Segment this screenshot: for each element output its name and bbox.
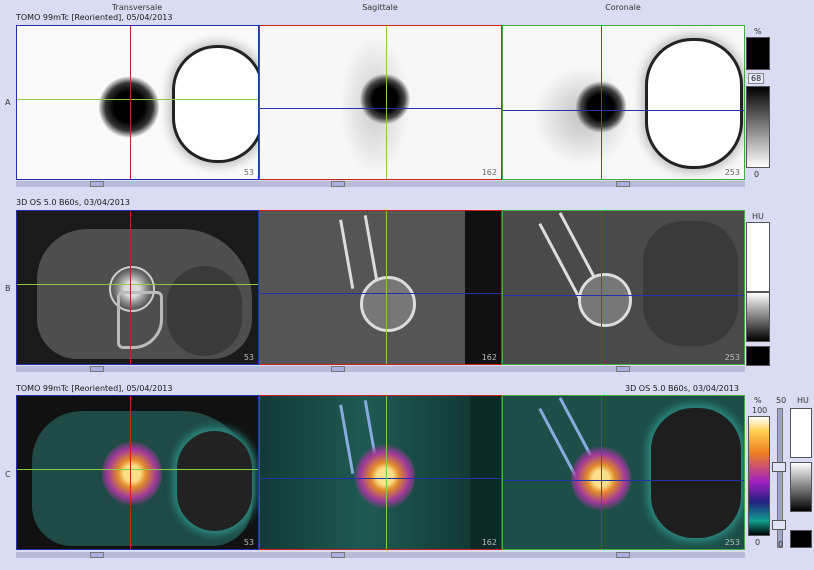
soft-tissue-region [167, 266, 242, 356]
slice-number: 53 [243, 538, 254, 547]
crosshair-vertical[interactable] [130, 26, 131, 179]
row-label-a: A [5, 98, 11, 107]
colorbar-unit-a: % [754, 27, 762, 36]
viewport-a-sagittal[interactable]: 162 [259, 25, 502, 180]
slice-scrollbar-b-coronal[interactable] [502, 366, 745, 372]
viewport-b-transversal[interactable]: 53 [16, 210, 259, 365]
slice-number: 162 [481, 168, 497, 177]
viewport-a-transversal[interactable]: 53 [16, 25, 259, 180]
slice-scrollbar-c-transversal[interactable] [16, 552, 259, 558]
crosshair-vertical[interactable] [601, 26, 602, 179]
crosshair-horizontal[interactable] [503, 295, 744, 296]
series-label-row-b: 3D OS 5.0 B60s, 03/04/2013 [16, 198, 131, 207]
crosshair-horizontal[interactable] [503, 480, 744, 481]
window-level-value-a[interactable]: 68 [748, 73, 765, 84]
viewport-b-sagittal[interactable]: 162 [259, 210, 502, 365]
viewport-b-coronal[interactable]: 253 [502, 210, 745, 365]
femoral-head [578, 273, 632, 327]
scroll-thumb[interactable] [331, 181, 345, 187]
column-header-sagittal: Sagittale [362, 3, 398, 12]
slice-number: 253 [724, 353, 740, 362]
colorbar-b-gradient[interactable] [746, 292, 770, 342]
slice-scrollbar-b-transversal[interactable] [16, 366, 259, 372]
slice-scrollbar-c-sagittal[interactable] [259, 552, 502, 558]
uptake-hotspot [355, 444, 415, 509]
colorbar-c-ct-upper[interactable] [790, 408, 812, 458]
series-label-row-a: TOMO 99mTc [Reoriented], 05/04/2013 [16, 13, 173, 22]
soft-tissue-region [643, 221, 738, 346]
slice-number: 53 [243, 353, 254, 362]
scroll-thumb[interactable] [616, 552, 630, 558]
viewport-c-transversal[interactable]: 53 [16, 395, 259, 550]
blend-level-value: 50 [776, 396, 787, 405]
colorbar-b-lower[interactable] [746, 346, 770, 366]
crosshair-vertical[interactable] [601, 396, 602, 549]
crosshair-horizontal[interactable] [17, 469, 258, 470]
slice-scrollbar-b-sagittal[interactable] [259, 366, 502, 372]
colorbar-c-ct-lower[interactable] [790, 530, 812, 548]
blend-slider-thumb-lower[interactable] [772, 520, 786, 530]
colorbar-min-c: 0 [755, 538, 761, 547]
colorbar-unit-b: HU [752, 212, 764, 221]
slice-number: 253 [724, 538, 740, 547]
bladder-region [651, 408, 741, 538]
uptake-hotspot [360, 74, 410, 124]
scroll-thumb[interactable] [90, 366, 104, 372]
crosshair-horizontal[interactable] [17, 284, 258, 285]
air-region [465, 211, 501, 364]
slice-number: 253 [724, 168, 740, 177]
blend-slider-thumb[interactable] [772, 462, 786, 472]
scroll-thumb[interactable] [90, 552, 104, 558]
colorbar-unit-c: % [754, 396, 762, 405]
crosshair-vertical[interactable] [386, 396, 387, 549]
scroll-thumb[interactable] [331, 552, 345, 558]
colorbar-unit-c-ct: HU [797, 396, 809, 405]
crosshair-vertical[interactable] [130, 211, 131, 364]
colorbar-min-a: 0 [754, 170, 760, 179]
colorbar-a-upper[interactable] [746, 37, 770, 70]
crosshair-vertical[interactable] [386, 26, 387, 179]
viewport-c-sagittal[interactable]: 162 [259, 395, 502, 550]
slice-number: 53 [243, 168, 254, 177]
series-label-row-c-left: TOMO 99mTc [Reoriented], 05/04/2013 [16, 384, 173, 393]
row-label-c: C [5, 470, 11, 479]
crosshair-horizontal[interactable] [260, 293, 501, 294]
row-label-b: B [5, 284, 11, 293]
bladder-region [177, 431, 252, 531]
colorbar-c-ct-gradient[interactable] [790, 462, 812, 512]
colorbar-c-gradient[interactable] [748, 416, 770, 536]
colorbar-max-c: 100 [752, 406, 768, 415]
slice-scrollbar-a-sagittal[interactable] [259, 181, 502, 187]
slice-scrollbar-a-coronal[interactable] [502, 181, 745, 187]
colorbar-a-gradient[interactable] [746, 86, 770, 168]
uptake-hotspot [99, 76, 159, 138]
slice-number: 162 [481, 538, 497, 547]
crosshair-horizontal[interactable] [17, 99, 258, 100]
uptake-hotspot [102, 441, 162, 506]
slice-number: 162 [481, 353, 497, 362]
scroll-thumb[interactable] [90, 181, 104, 187]
viewport-a-coronal[interactable]: 253 [502, 25, 745, 180]
crosshair-horizontal[interactable] [260, 108, 501, 109]
scroll-thumb[interactable] [331, 366, 345, 372]
series-label-row-c-right: 3D OS 5.0 B60s, 03/04/2013 [625, 384, 740, 393]
viewport-c-coronal[interactable]: 253 [502, 395, 745, 550]
crosshair-horizontal[interactable] [260, 478, 501, 479]
crosshair-horizontal[interactable] [503, 110, 744, 111]
crosshair-vertical[interactable] [130, 396, 131, 549]
slice-scrollbar-a-transversal[interactable] [16, 181, 259, 187]
blend-min-value: 0 [778, 540, 784, 549]
column-header-coronal: Coronale [605, 3, 641, 12]
bladder-region [648, 41, 740, 166]
crosshair-vertical[interactable] [386, 211, 387, 364]
scroll-thumb[interactable] [616, 366, 630, 372]
column-header-transversal: Transversale [111, 3, 163, 12]
crosshair-vertical[interactable] [601, 211, 602, 364]
colorbar-b-upper[interactable] [746, 222, 770, 292]
bladder-region [175, 48, 258, 160]
femoral-head [360, 276, 416, 332]
scroll-thumb[interactable] [616, 181, 630, 187]
slice-scrollbar-c-coronal[interactable] [502, 552, 745, 558]
